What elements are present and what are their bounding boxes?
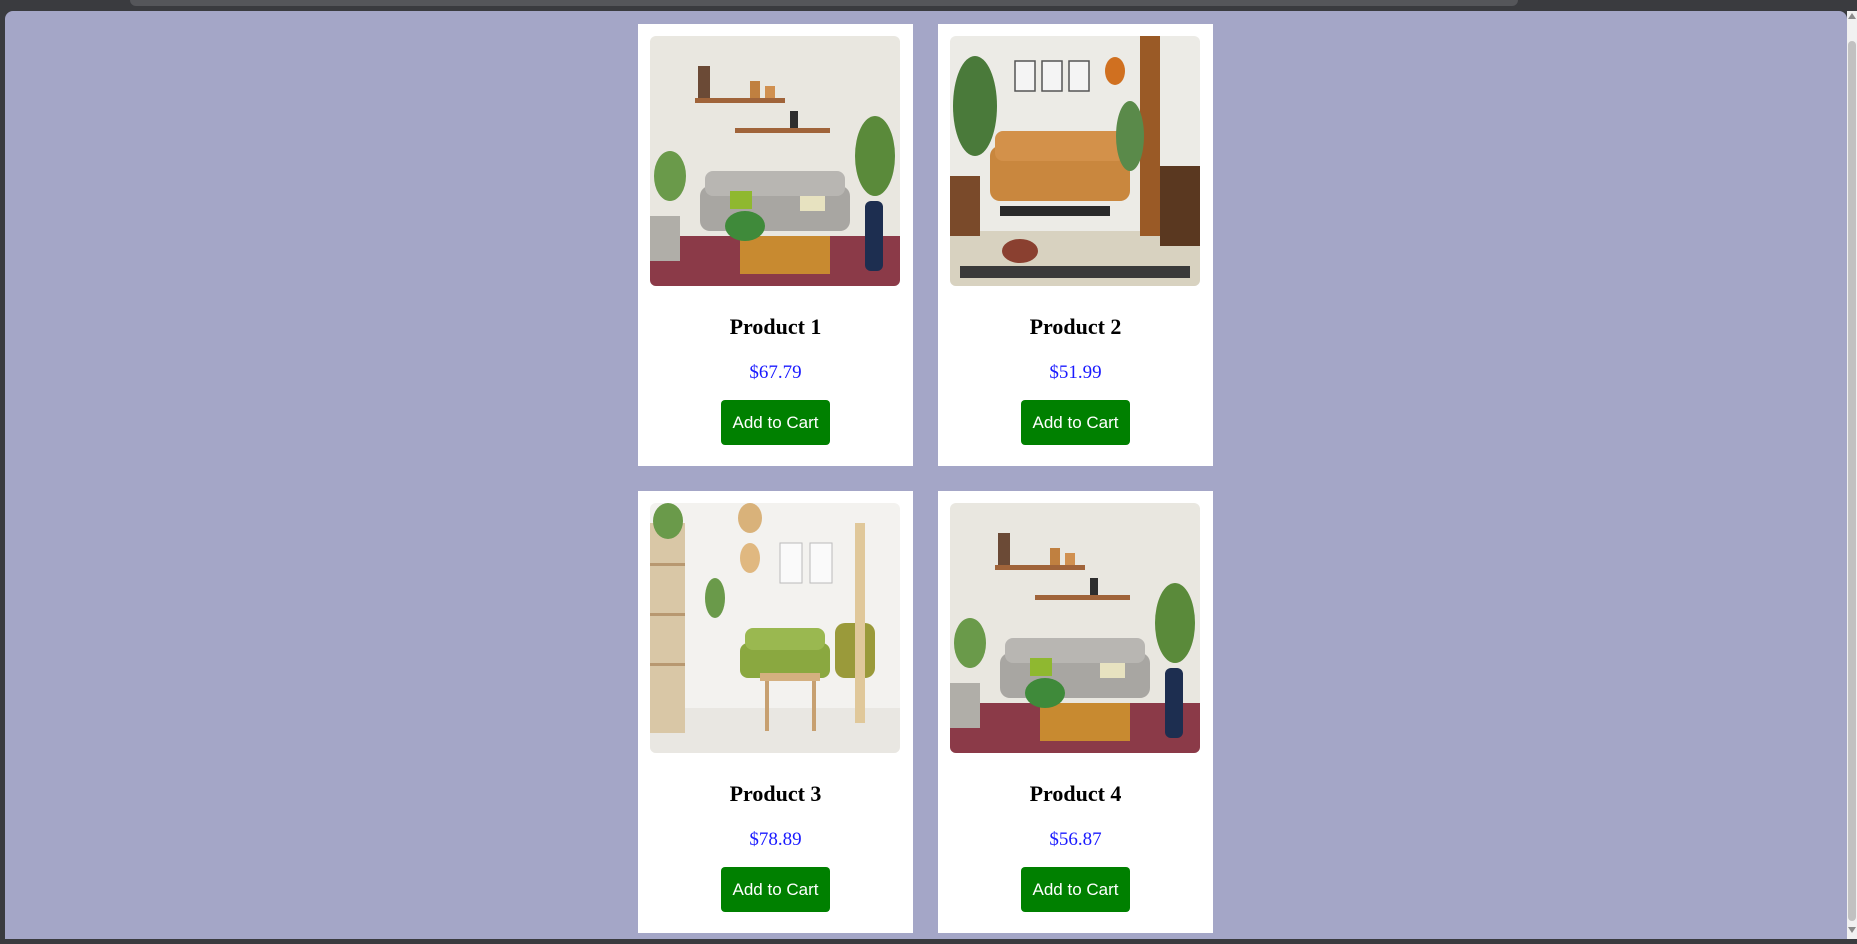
vertical-scrollbar[interactable] bbox=[1847, 11, 1857, 939]
living-room-photo-icon bbox=[650, 36, 900, 286]
living-room-photo-icon bbox=[950, 36, 1200, 286]
product-name: Product 4 bbox=[1029, 781, 1122, 806]
product-image[interactable] bbox=[950, 36, 1200, 286]
product-image[interactable] bbox=[650, 36, 900, 286]
product-card: Product 3 $78.89 Add to Cart bbox=[638, 491, 913, 933]
product-card: Product 2 $51.99 Add to Cart bbox=[938, 24, 1213, 466]
add-to-cart-button[interactable]: Add to Cart bbox=[1021, 867, 1130, 912]
product-price: $51.99 bbox=[1049, 362, 1102, 383]
scroll-up-arrow-icon[interactable] bbox=[1848, 13, 1856, 19]
product-image[interactable] bbox=[650, 503, 900, 753]
page-viewport: Product 1 $67.79 Add to Cart Product 2 $… bbox=[5, 11, 1847, 939]
product-grid: Product 1 $67.79 Add to Cart Product 2 $… bbox=[638, 24, 1218, 933]
product-name: Product 3 bbox=[729, 781, 822, 806]
window-top-tab-edge bbox=[130, 0, 1518, 6]
product-price: $67.79 bbox=[749, 362, 802, 383]
product-card: Product 4 $56.87 Add to Cart bbox=[938, 491, 1213, 933]
product-name: Product 1 bbox=[729, 314, 822, 339]
product-price: $78.89 bbox=[749, 829, 802, 850]
living-room-photo-icon bbox=[950, 503, 1200, 753]
scroll-down-arrow-icon[interactable] bbox=[1848, 927, 1856, 933]
scrollbar-thumb[interactable] bbox=[1848, 41, 1856, 921]
product-name: Product 2 bbox=[1029, 314, 1122, 339]
add-to-cart-button[interactable]: Add to Cart bbox=[721, 867, 830, 912]
add-to-cart-button[interactable]: Add to Cart bbox=[1021, 400, 1130, 445]
product-price: $56.87 bbox=[1049, 829, 1102, 850]
product-image[interactable] bbox=[950, 503, 1200, 753]
living-room-photo-icon bbox=[650, 503, 900, 753]
window-bottom-edge bbox=[0, 939, 1857, 944]
product-card: Product 1 $67.79 Add to Cart bbox=[638, 24, 913, 466]
add-to-cart-button[interactable]: Add to Cart bbox=[721, 400, 830, 445]
